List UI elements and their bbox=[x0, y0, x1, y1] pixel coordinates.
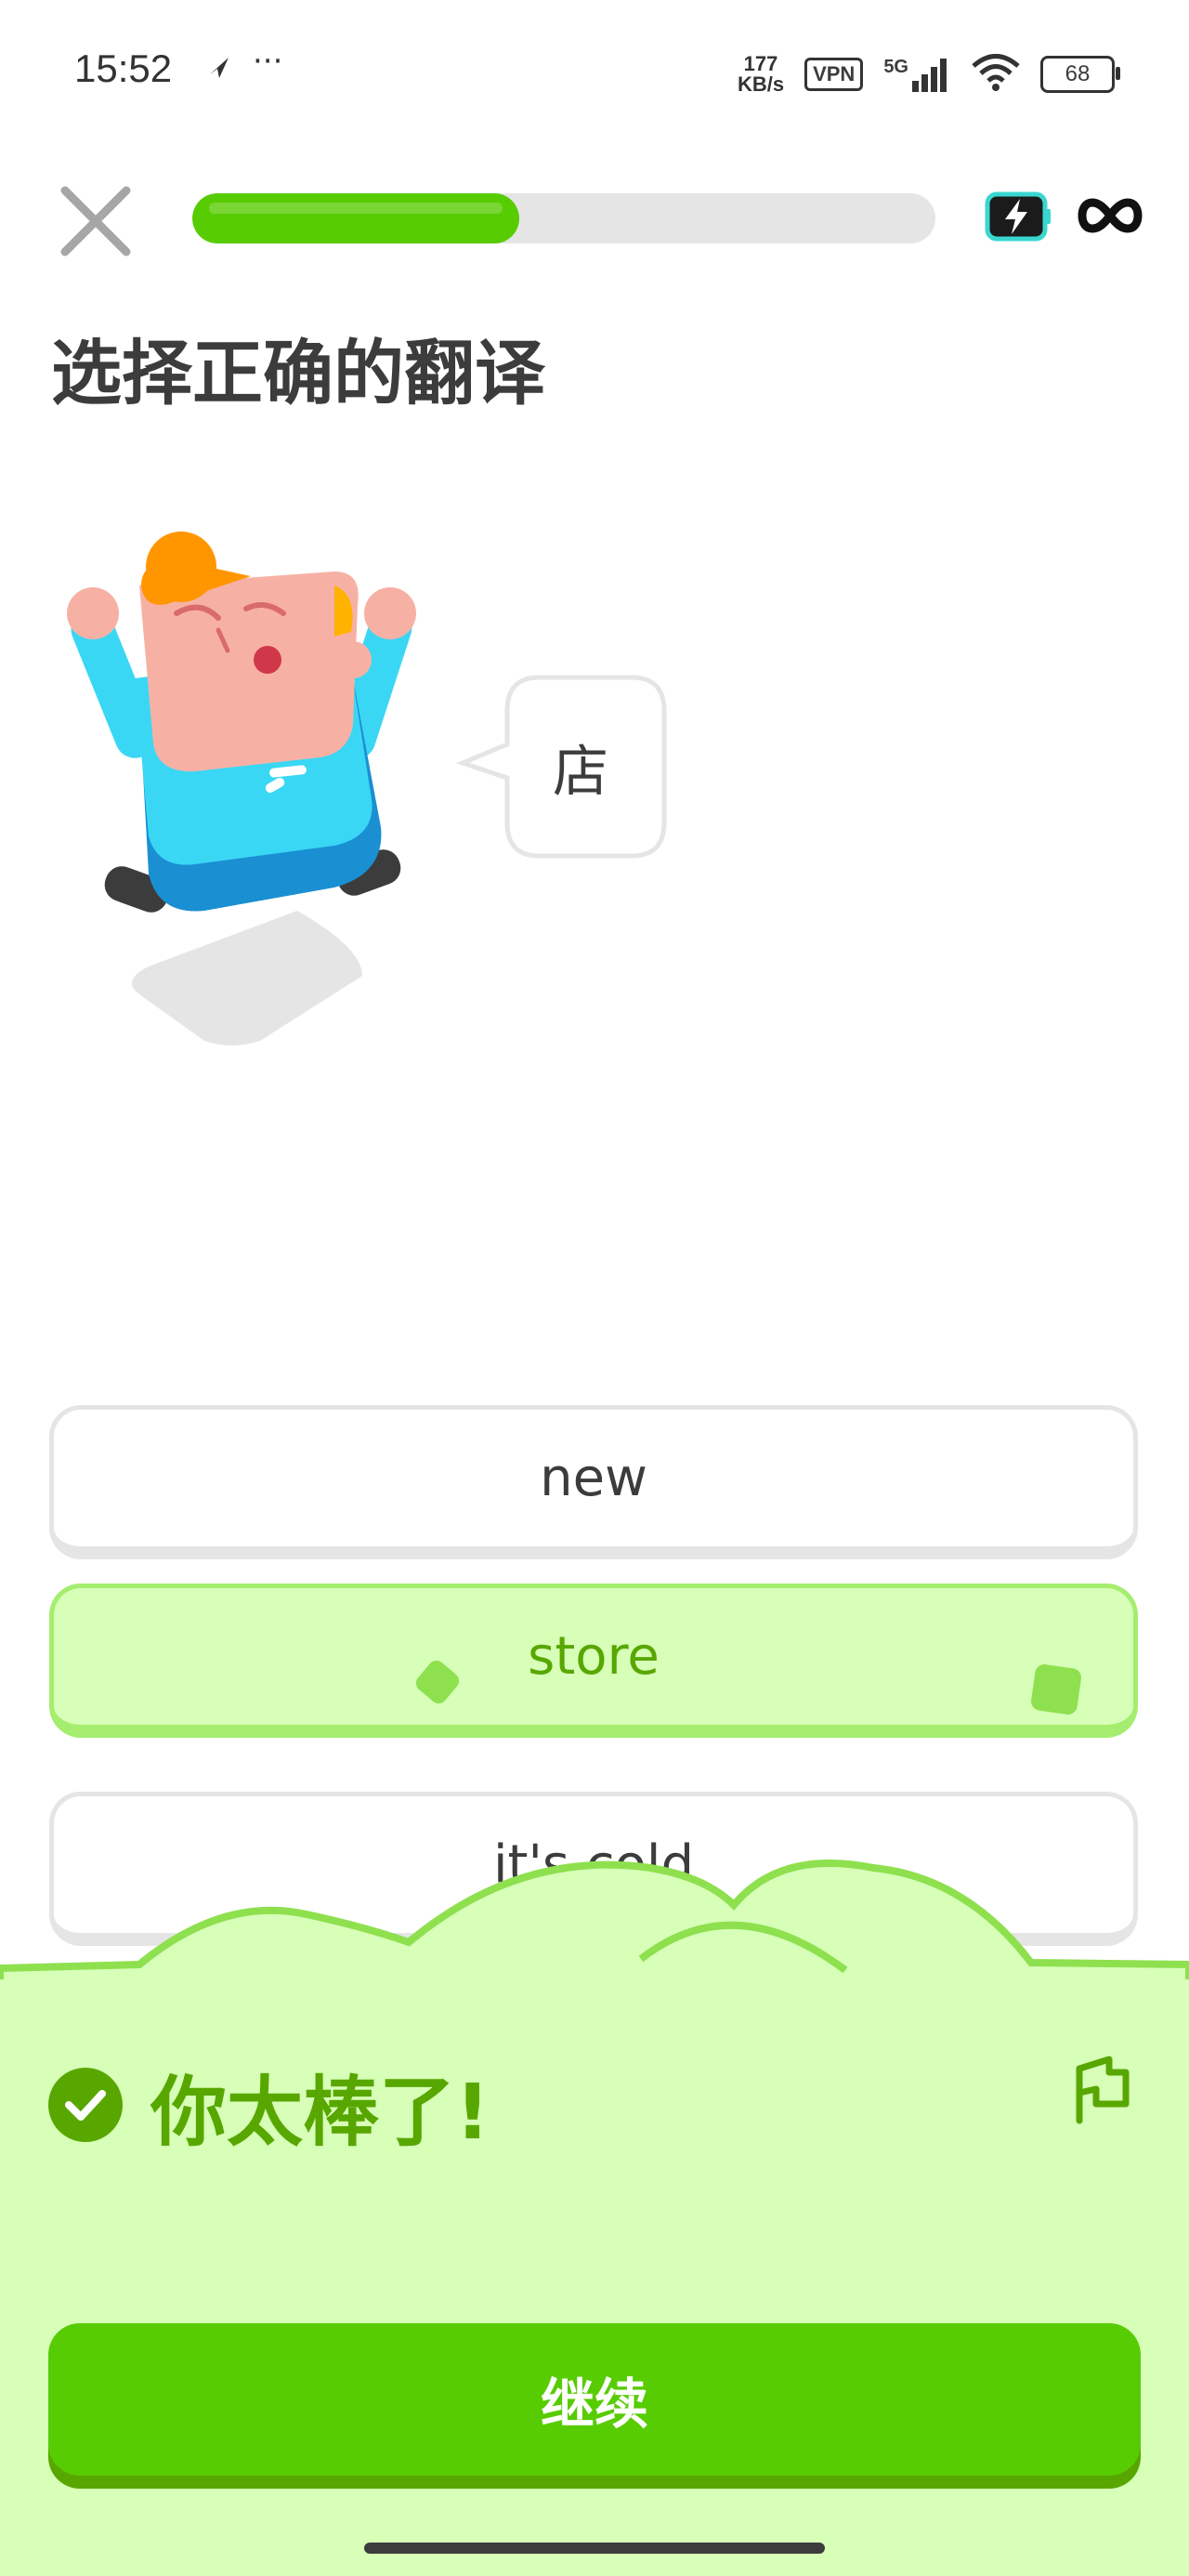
infinity-icon[interactable] bbox=[1078, 186, 1143, 245]
net-speed: 177 KB/s bbox=[737, 52, 785, 96]
option-new[interactable]: new bbox=[49, 1405, 1138, 1559]
vpn-badge: VPN bbox=[804, 58, 864, 91]
status-time: 15:52 bbox=[74, 46, 173, 90]
check-circle-icon bbox=[48, 2068, 123, 2142]
sparkle-icon bbox=[409, 1653, 466, 1724]
continue-button[interactable]: 继续 bbox=[48, 2323, 1141, 2476]
more-notifications-icon: ··· bbox=[253, 43, 283, 80]
character-illustration bbox=[56, 520, 446, 1050]
close-icon bbox=[60, 186, 131, 256]
navigation-arrow-icon bbox=[206, 54, 232, 85]
status-bar: 15:52 ··· 177 KB/s VPN 5G 68 bbox=[0, 0, 1189, 149]
feedback-sheet-wave bbox=[0, 1860, 1189, 1998]
option-label: new bbox=[540, 1448, 647, 1508]
option-store[interactable]: store bbox=[49, 1584, 1138, 1738]
option-label: store bbox=[528, 1626, 660, 1687]
feedback-text: 你太棒了! bbox=[150, 2068, 490, 2157]
lesson-progress-bar bbox=[192, 193, 935, 243]
lesson-progress-fill bbox=[192, 193, 519, 243]
flag-icon bbox=[1076, 2056, 1130, 2124]
close-button[interactable] bbox=[56, 181, 136, 261]
sparkle-icon bbox=[1029, 1663, 1083, 1729]
status-icons: 177 KB/s VPN 5G 68 bbox=[737, 46, 1120, 102]
home-indicator[interactable] bbox=[364, 2543, 825, 2554]
feedback-message: 你太棒了! bbox=[48, 2058, 490, 2157]
challenge-title: 选择正确的翻译 bbox=[51, 332, 545, 414]
cellular-signal-icon: 5G bbox=[883, 57, 951, 92]
energy-icon[interactable] bbox=[985, 191, 1052, 242]
wifi-icon bbox=[972, 54, 1020, 95]
prompt-word[interactable]: 店 bbox=[502, 711, 660, 822]
battery-icon: 68 bbox=[1040, 56, 1120, 93]
report-flag-button[interactable] bbox=[1068, 2054, 1135, 2128]
